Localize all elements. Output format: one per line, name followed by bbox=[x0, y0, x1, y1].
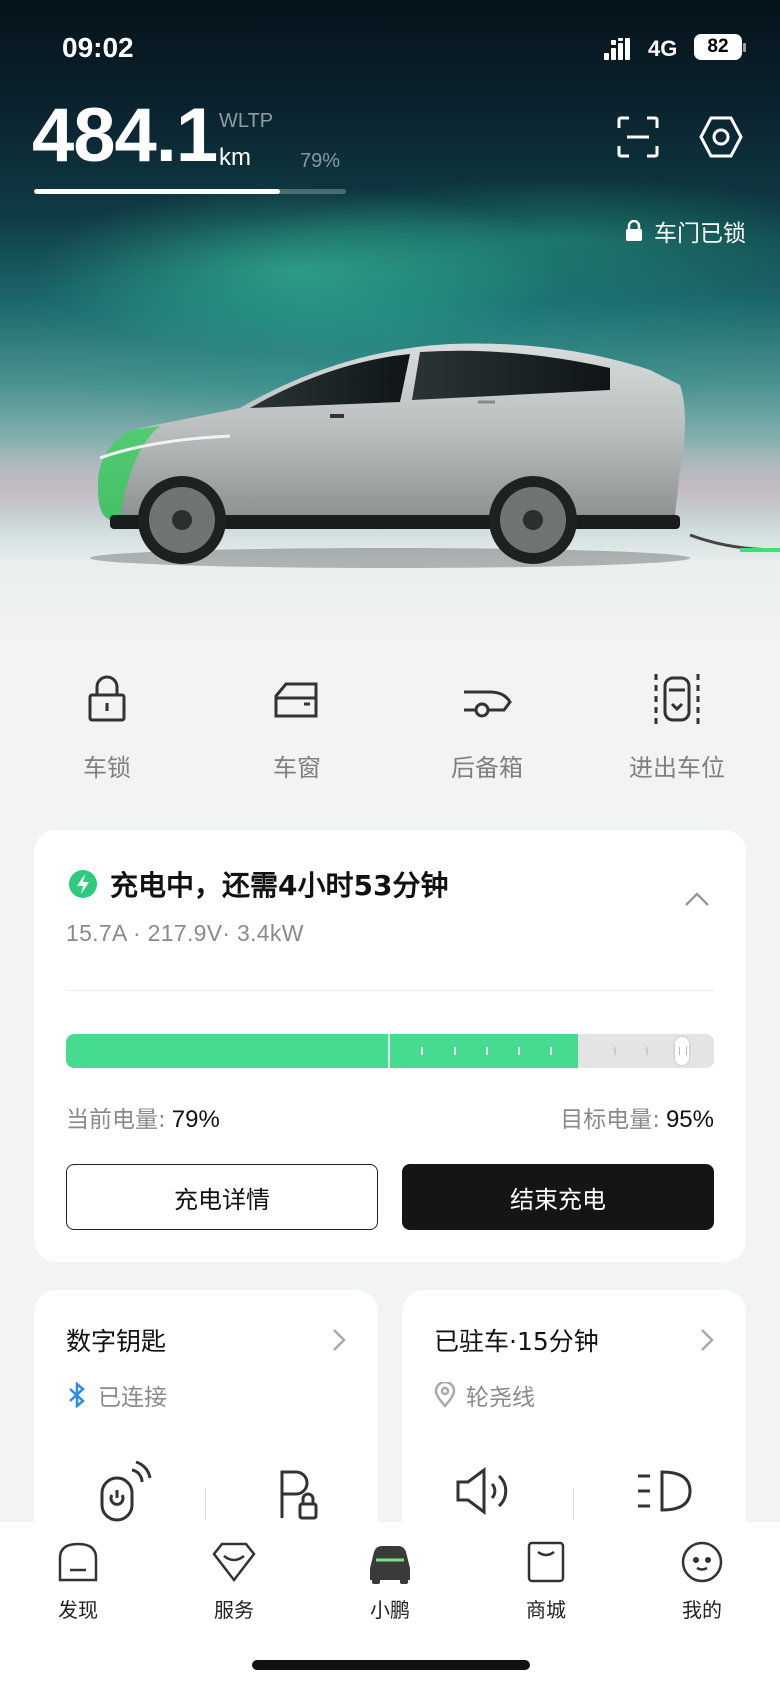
charging-status: 充电中，还需4小时53分钟 bbox=[68, 864, 448, 904]
charge-level-fill bbox=[66, 1034, 578, 1068]
parking-location: 轮尧线 bbox=[434, 1378, 535, 1412]
door-status: 车门已锁 bbox=[624, 214, 746, 248]
current-soc-value: 79% bbox=[171, 1106, 220, 1133]
network-label: 4G bbox=[648, 36, 678, 61]
tab-label: 服务 bbox=[214, 1598, 254, 1622]
parking-card[interactable]: 已驻车·15分钟 轮尧线 bbox=[402, 1290, 746, 1550]
charging-bolt-icon bbox=[69, 870, 97, 898]
quick-action-trunk[interactable]: 后备箱 bbox=[392, 672, 582, 802]
range-unit: km bbox=[219, 144, 251, 171]
battery-level: 82 bbox=[707, 36, 729, 57]
trunk-icon bbox=[464, 690, 512, 718]
car-image bbox=[90, 343, 780, 568]
range-value: 484.1 bbox=[32, 93, 218, 178]
range-progress-bar bbox=[34, 189, 346, 194]
quick-action-label: 后备箱 bbox=[451, 754, 523, 782]
digital-key-status: 已连接 bbox=[66, 1378, 167, 1412]
quick-action-label: 进出车位 bbox=[629, 754, 725, 782]
charge-bar-tick bbox=[550, 1047, 552, 1055]
charge-bar-tick bbox=[421, 1047, 423, 1055]
tab-shop[interactable]: 商城 bbox=[486, 1538, 606, 1623]
discover-icon bbox=[58, 1542, 98, 1582]
tab-service[interactable]: 服务 bbox=[174, 1538, 294, 1623]
tab-discover[interactable]: 发现 bbox=[18, 1538, 138, 1623]
charge-bar-tick bbox=[518, 1047, 520, 1055]
tab-label: 我的 bbox=[682, 1598, 722, 1622]
digital-key-status-label: 已连接 bbox=[98, 1385, 167, 1411]
headlight-icon[interactable] bbox=[634, 1460, 694, 1522]
parking-location-label: 轮尧线 bbox=[466, 1385, 535, 1411]
shop-icon bbox=[527, 1541, 565, 1583]
digital-key-title: 数字钥匙 bbox=[66, 1327, 167, 1356]
tab-xpeng[interactable]: 小鹏 bbox=[330, 1538, 450, 1623]
parking-title: 已驻车·15分钟 bbox=[434, 1327, 599, 1356]
service-icon bbox=[212, 1542, 256, 1583]
target-level-handle[interactable] bbox=[674, 1037, 689, 1065]
location-pin-icon bbox=[434, 1382, 456, 1408]
chevron-right-icon bbox=[333, 1329, 346, 1351]
quick-action-parking-exit[interactable]: 进出车位 bbox=[582, 672, 772, 802]
quick-action-label: 车锁 bbox=[83, 754, 131, 782]
divider bbox=[66, 990, 714, 991]
scan-icon[interactable] bbox=[617, 116, 659, 158]
horn-icon[interactable] bbox=[454, 1460, 514, 1522]
lock-icon bbox=[626, 220, 642, 241]
remote-start-icon[interactable] bbox=[92, 1460, 152, 1522]
stop-charging-button[interactable]: 结束充电 bbox=[402, 1164, 714, 1230]
tab-profile[interactable]: 我的 bbox=[642, 1538, 762, 1623]
charging-metrics: 15.7A · 217.9V· 3.4kW bbox=[66, 920, 304, 946]
current-soc-label: 当前电量: bbox=[66, 1107, 166, 1133]
door-status-label: 车门已锁 bbox=[654, 221, 746, 247]
lock-icon bbox=[88, 675, 126, 722]
charge-bar-tick bbox=[486, 1047, 488, 1055]
tab-label: 发现 bbox=[58, 1598, 98, 1622]
parking-exit-icon bbox=[654, 674, 700, 724]
quick-actions: 车锁 车窗 后备箱 进出车位 bbox=[0, 672, 780, 802]
range-percent: 79% bbox=[300, 150, 341, 172]
charge-bar-segment bbox=[388, 1034, 390, 1068]
tab-label: 小鹏 bbox=[370, 1598, 410, 1622]
settings-icon[interactable] bbox=[698, 114, 744, 160]
bluetooth-icon bbox=[69, 1382, 85, 1408]
target-soc: 目标电量: 95% bbox=[560, 1100, 714, 1134]
window-icon bbox=[274, 682, 318, 718]
parking-actions bbox=[402, 1460, 746, 1530]
target-soc-label: 目标电量: bbox=[560, 1107, 660, 1133]
separator bbox=[205, 1488, 206, 1520]
quick-action-window[interactable]: 车窗 bbox=[202, 672, 392, 802]
charging-status-text: 充电中，还需4小时53分钟 bbox=[110, 869, 449, 902]
tab-label: 商城 bbox=[526, 1598, 566, 1622]
chevron-up-icon[interactable] bbox=[684, 890, 710, 908]
charging-card: 充电中，还需4小时53分钟 15.7A · 217.9V· 3.4kW 当前电量… bbox=[34, 830, 746, 1262]
range-standard: WLTP bbox=[219, 110, 274, 132]
charge-bar-tick bbox=[614, 1047, 616, 1055]
home-indicator bbox=[252, 1660, 530, 1670]
parking-lock-icon[interactable] bbox=[270, 1460, 330, 1522]
profile-icon bbox=[681, 1541, 723, 1583]
quick-action-lock[interactable]: 车锁 bbox=[12, 672, 202, 802]
digital-key-card[interactable]: 数字钥匙 已连接 bbox=[34, 1290, 378, 1550]
battery-icon: 82 bbox=[694, 34, 742, 60]
chevron-right-icon bbox=[701, 1329, 714, 1351]
battery-nub bbox=[743, 43, 746, 52]
status-time: 09:02 bbox=[62, 32, 134, 63]
target-soc-value: 95% bbox=[665, 1106, 714, 1133]
charge-level-bar[interactable] bbox=[66, 1034, 714, 1068]
charge-bar-tick bbox=[454, 1047, 456, 1055]
range-progress-fill bbox=[34, 189, 281, 194]
status-bar: 09:02 4G 82 bbox=[0, 0, 780, 100]
car-icon bbox=[370, 1546, 410, 1584]
hero-banner: 09:02 4G 82 484.1 WLTP km 79% 车门已锁 bbox=[0, 0, 780, 640]
quick-action-label: 车窗 bbox=[273, 754, 321, 782]
charge-bar-tick bbox=[646, 1047, 648, 1055]
charging-details-button[interactable]: 充电详情 bbox=[66, 1164, 378, 1230]
separator bbox=[573, 1488, 574, 1520]
signal-icon bbox=[604, 38, 630, 60]
digital-key-actions bbox=[34, 1460, 378, 1530]
current-soc: 当前电量: 79% bbox=[66, 1100, 220, 1134]
